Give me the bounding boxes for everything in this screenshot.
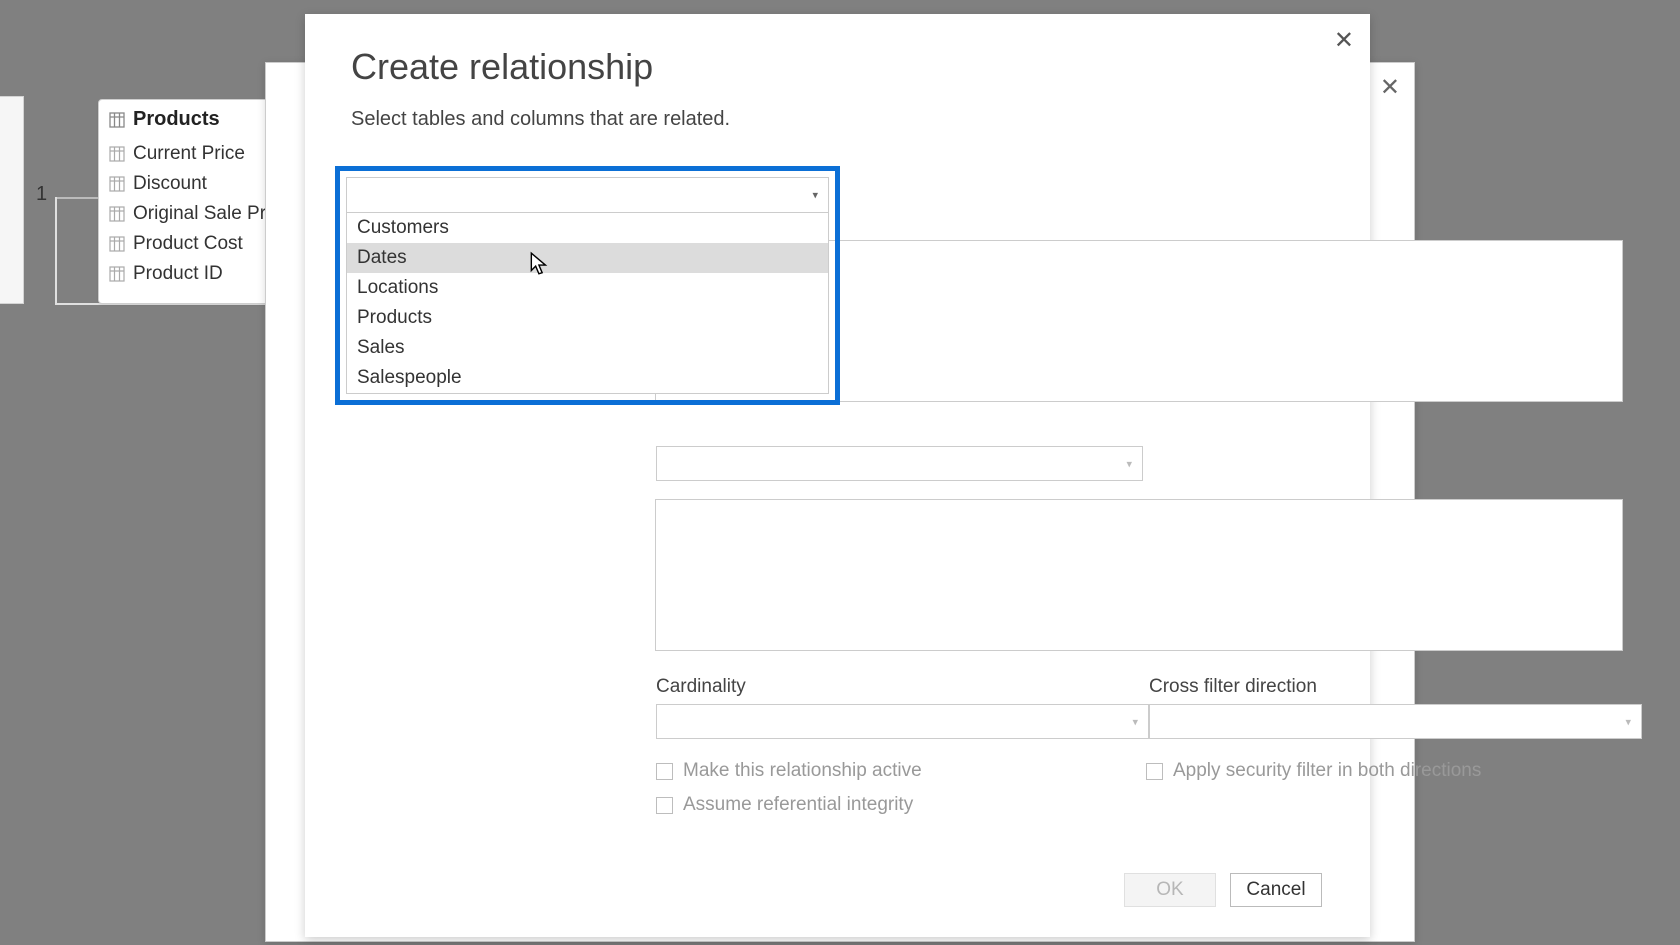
checkbox-icon	[656, 763, 673, 780]
ok-button: OK	[1124, 873, 1216, 907]
cardinality-select[interactable]: ▾	[656, 704, 1149, 739]
column-icon	[109, 206, 125, 222]
options-area: Cardinality ▾ Cross filter direction ▾	[656, 676, 1626, 739]
dialog-footer: OK Cancel	[1124, 873, 1322, 907]
checkbox-security-row[interactable]: Apply security filter in both directions	[1146, 760, 1636, 782]
crossfilter-label: Cross filter direction	[1149, 676, 1642, 698]
dropdown-item[interactable]: Customers	[347, 213, 828, 243]
model-column-name: Current Price	[133, 143, 245, 165]
checkbox-referential-row[interactable]: Assume referential integrity	[656, 794, 1146, 816]
table2-dropdown[interactable]: ▾	[656, 446, 1143, 481]
dialog-subtitle: Select tables and columns that are relat…	[351, 108, 1324, 131]
close-icon[interactable]: ✕	[1334, 26, 1354, 55]
chevron-down-icon: ▾	[1132, 715, 1138, 728]
table1-dropdown[interactable]: ▾	[346, 177, 829, 213]
dialog-title: Create relationship	[351, 46, 1324, 88]
column-icon	[109, 266, 125, 282]
table1-dropdown-highlight: ▾ CustomersDatesLocationsProductsSalesSa…	[335, 166, 840, 405]
table2-preview-panel	[655, 499, 1623, 651]
connector-corner	[55, 197, 57, 305]
dropdown-item[interactable]: Products	[347, 303, 828, 333]
bg-close-icon[interactable]: ✕	[1380, 73, 1400, 102]
checkbox-security-label: Apply security filter in both directions	[1173, 760, 1481, 782]
model-table-name: Products	[133, 108, 220, 131]
table1-dropdown-list: CustomersDatesLocationsProductsSalesSale…	[346, 213, 829, 394]
model-column-name: Discount	[133, 173, 207, 195]
dropdown-item[interactable]: Dates	[347, 243, 828, 273]
connector-from-label: 1	[36, 183, 47, 206]
checkbox-area: Make this relationship active Apply secu…	[656, 760, 1636, 816]
checkbox-icon	[1146, 763, 1163, 780]
cardinality-label: Cardinality	[656, 676, 1149, 698]
dropdown-item[interactable]: Sales	[347, 333, 828, 363]
model-column-name: Product Cost	[133, 233, 243, 255]
model-column-name: Product ID	[133, 263, 223, 285]
dropdown-item[interactable]: Locations	[347, 273, 828, 303]
checkbox-active-row[interactable]: Make this relationship active	[656, 760, 1146, 782]
chevron-down-icon: ▾	[1126, 457, 1132, 470]
column-icon	[109, 236, 125, 252]
model-column-name: Original Sale Pri	[133, 203, 270, 225]
checkbox-active-label: Make this relationship active	[683, 760, 922, 782]
column-icon	[109, 146, 125, 162]
column-icon	[109, 176, 125, 192]
chevron-down-icon: ▾	[1625, 715, 1631, 728]
cancel-button[interactable]: Cancel	[1230, 873, 1322, 907]
dropdown-item[interactable]: Salespeople	[347, 363, 828, 393]
table-icon	[109, 112, 125, 128]
create-relationship-dialog: ✕ Create relationship Select tables and …	[305, 14, 1370, 937]
chevron-down-icon: ▾	[812, 189, 818, 202]
checkbox-icon	[656, 797, 673, 814]
crossfilter-select[interactable]: ▾	[1149, 704, 1642, 739]
connector-line	[55, 197, 100, 199]
checkbox-referential-label: Assume referential integrity	[683, 794, 913, 816]
nav-sliver	[0, 96, 24, 304]
